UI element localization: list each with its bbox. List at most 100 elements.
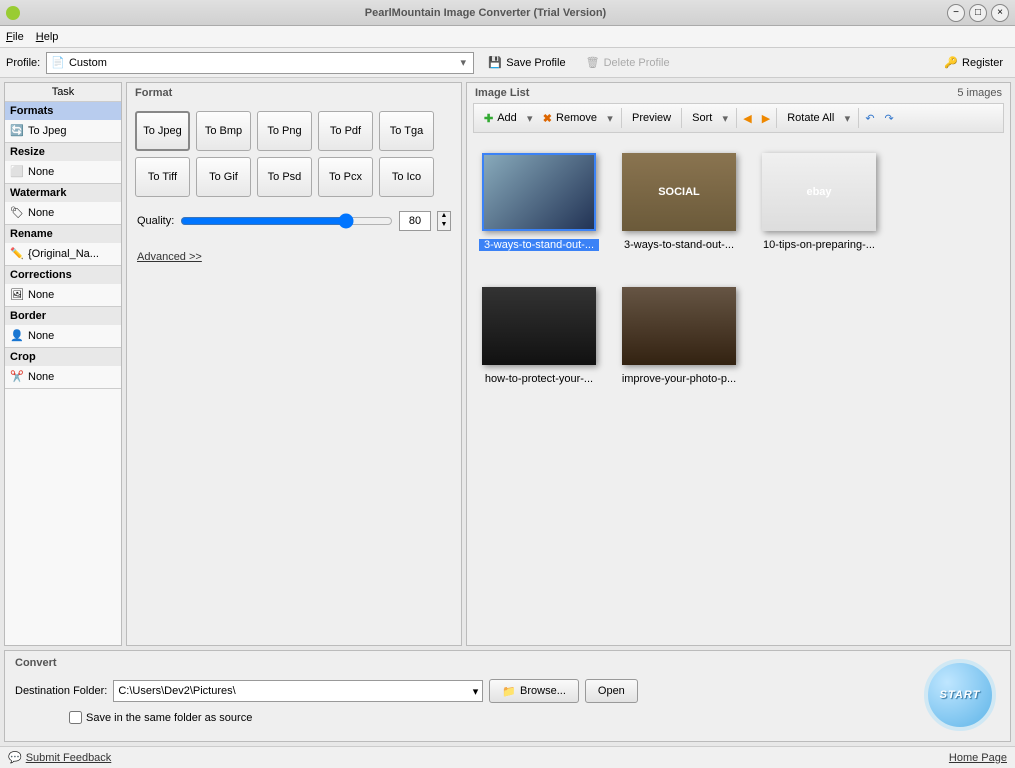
window-title: PearlMountain Image Converter (Trial Ver… [28, 7, 943, 19]
feedback-icon: 💬 [8, 751, 22, 764]
task-value: {Original_Na... [28, 248, 99, 260]
minimize-button[interactable]: − [947, 4, 965, 22]
thumbnail[interactable]: how-to-protect-your-... [479, 287, 599, 385]
maximize-button[interactable]: □ [969, 4, 987, 22]
browse-button[interactable]: 📁Browse... [489, 679, 579, 703]
home-page-link[interactable]: Home Page [949, 752, 1007, 764]
profile-label: Profile: [6, 57, 40, 69]
task-value: None [28, 166, 54, 178]
checkbox-icon[interactable] [69, 711, 82, 724]
preview-button[interactable]: Preview [628, 106, 675, 130]
task-item-resize[interactable]: Resize⬜None [5, 143, 121, 184]
task-item-watermark[interactable]: Watermark🏷None [5, 184, 121, 225]
save-profile-button[interactable]: 💾 Save Profile [482, 52, 571, 74]
task-header: Task [5, 83, 121, 102]
thumbnail[interactable]: SOCIAL 3-ways-to-stand-out-... [619, 153, 739, 251]
delete-icon: 🗑 [586, 56, 600, 70]
quality-spinner[interactable]: ▲▼ [437, 211, 451, 231]
delete-profile-button[interactable]: 🗑 Delete Profile [580, 52, 676, 74]
task-panel: Task Formats🔄To JpegResize⬜NoneWatermark… [4, 82, 122, 646]
thumbnail[interactable]: improve-your-photo-p... [619, 287, 739, 385]
format-button-to-ico[interactable]: To Ico [379, 157, 434, 197]
open-button[interactable]: Open [585, 679, 638, 703]
task-icon: 🔄 [10, 124, 24, 138]
destination-select[interactable]: C:\Users\Dev2\Pictures\ ▾ [113, 680, 483, 702]
add-dropdown[interactable]: ▾ [525, 112, 535, 125]
quality-slider[interactable] [180, 213, 393, 229]
format-button-to-pcx[interactable]: To Pcx [318, 157, 373, 197]
chevron-down-icon: ▾ [455, 56, 471, 69]
format-button-to-jpeg[interactable]: To Jpeg [135, 111, 190, 151]
sort-dropdown[interactable]: ▾ [720, 112, 730, 125]
task-icon: ⬜ [10, 165, 24, 179]
thumbnail-image [482, 287, 596, 365]
register-button[interactable]: 🔑 Register [938, 52, 1009, 74]
thumbnail-image [482, 153, 596, 231]
arrow-left-icon[interactable]: ◀ [743, 112, 751, 125]
format-button-to-gif[interactable]: To Gif [196, 157, 251, 197]
quality-value[interactable] [399, 211, 431, 231]
rotate-all-button[interactable]: Rotate All [783, 106, 838, 130]
destination-label: Destination Folder: [15, 685, 107, 697]
task-icon: 🏷 [10, 206, 24, 220]
thumbnail-image [622, 287, 736, 365]
format-title: Format [127, 83, 461, 103]
quality-row: Quality: ▲▼ [127, 197, 461, 245]
task-cat-header: Formats [5, 102, 121, 120]
save-same-folder-checkbox[interactable]: Save in the same folder as source [69, 711, 1000, 724]
task-item-crop[interactable]: Crop✂️None [5, 348, 121, 389]
image-list-panel: Image List 5 images ✚Add ▾ ✖Remove ▾ Pre… [466, 82, 1011, 646]
convert-title: Convert [15, 657, 1000, 669]
format-grid: To JpegTo BmpTo PngTo PdfTo TgaTo TiffTo… [127, 103, 461, 197]
task-item-border[interactable]: Border👤None [5, 307, 121, 348]
statusbar: 💬 Submit Feedback Home Page [0, 746, 1015, 768]
menubar: File Help [0, 26, 1015, 48]
sort-button[interactable]: Sort [688, 106, 716, 130]
task-item-rename[interactable]: Rename ✏️ {Original_Na... [5, 225, 121, 266]
chevron-down-icon: ▾ [473, 685, 479, 698]
image-count: 5 images [957, 87, 1002, 99]
submit-feedback-link[interactable]: Submit Feedback [26, 752, 112, 764]
rotate-dropdown[interactable]: ▾ [842, 112, 852, 125]
thumbnail-caption: 3-ways-to-stand-out-... [619, 239, 739, 251]
thumbnail-caption: 10-tips-on-preparing-... [759, 239, 879, 251]
format-button-to-tiff[interactable]: To Tiff [135, 157, 190, 197]
thumbnail[interactable]: ebay10-tips-on-preparing-... [759, 153, 879, 251]
arrow-right-icon[interactable]: ▶ [762, 112, 770, 125]
task-cat-header: Rename [5, 225, 121, 243]
thumbnail[interactable]: 3-ways-to-stand-out-... [479, 153, 599, 251]
start-button[interactable]: START [924, 659, 996, 731]
thumbnail-image: SOCIAL [622, 153, 736, 231]
format-button-to-psd[interactable]: To Psd [257, 157, 312, 197]
format-button-to-bmp[interactable]: To Bmp [196, 111, 251, 151]
profile-select[interactable]: 📄 Custom ▾ [46, 52, 474, 74]
thumbnail-caption: improve-your-photo-p... [619, 373, 739, 385]
task-value: None [28, 371, 54, 383]
rotate-right-icon[interactable]: ↷ [885, 112, 894, 125]
remove-dropdown[interactable]: ▾ [605, 112, 615, 125]
destination-value: C:\Users\Dev2\Pictures\ [118, 685, 235, 697]
add-button[interactable]: ✚Add [480, 106, 521, 130]
folder-icon: 📁 [502, 685, 516, 698]
plus-icon: ✚ [484, 112, 493, 125]
advanced-link[interactable]: Advanced >> [127, 245, 461, 269]
menu-file[interactable]: File [6, 31, 24, 43]
remove-button[interactable]: ✖Remove [539, 106, 601, 130]
menu-help[interactable]: Help [36, 31, 59, 43]
task-item-formats[interactable]: Formats 🔄 To Jpeg [5, 102, 121, 143]
format-button-to-pdf[interactable]: To Pdf [318, 111, 373, 151]
close-button[interactable]: × [991, 4, 1009, 22]
format-button-to-png[interactable]: To Png [257, 111, 312, 151]
app-logo-icon [6, 6, 20, 20]
format-button-to-tga[interactable]: To Tga [379, 111, 434, 151]
quality-label: Quality: [137, 215, 174, 227]
task-value: None [28, 330, 54, 342]
task-icon: ✏️ [10, 247, 24, 261]
profile-toolbar: Profile: 📄 Custom ▾ 💾 Save Profile 🗑 Del… [0, 48, 1015, 78]
task-value: None [28, 207, 54, 219]
task-value: To Jpeg [28, 125, 67, 137]
task-item-corrections[interactable]: Corrections🖼None [5, 266, 121, 307]
thumbnail-grid: 3-ways-to-stand-out-... SOCIAL 3-ways-to-s… [467, 133, 1010, 645]
rotate-left-icon[interactable]: ↶ [865, 112, 874, 125]
format-panel: Format To JpegTo BmpTo PngTo PdfTo TgaTo… [126, 82, 462, 646]
